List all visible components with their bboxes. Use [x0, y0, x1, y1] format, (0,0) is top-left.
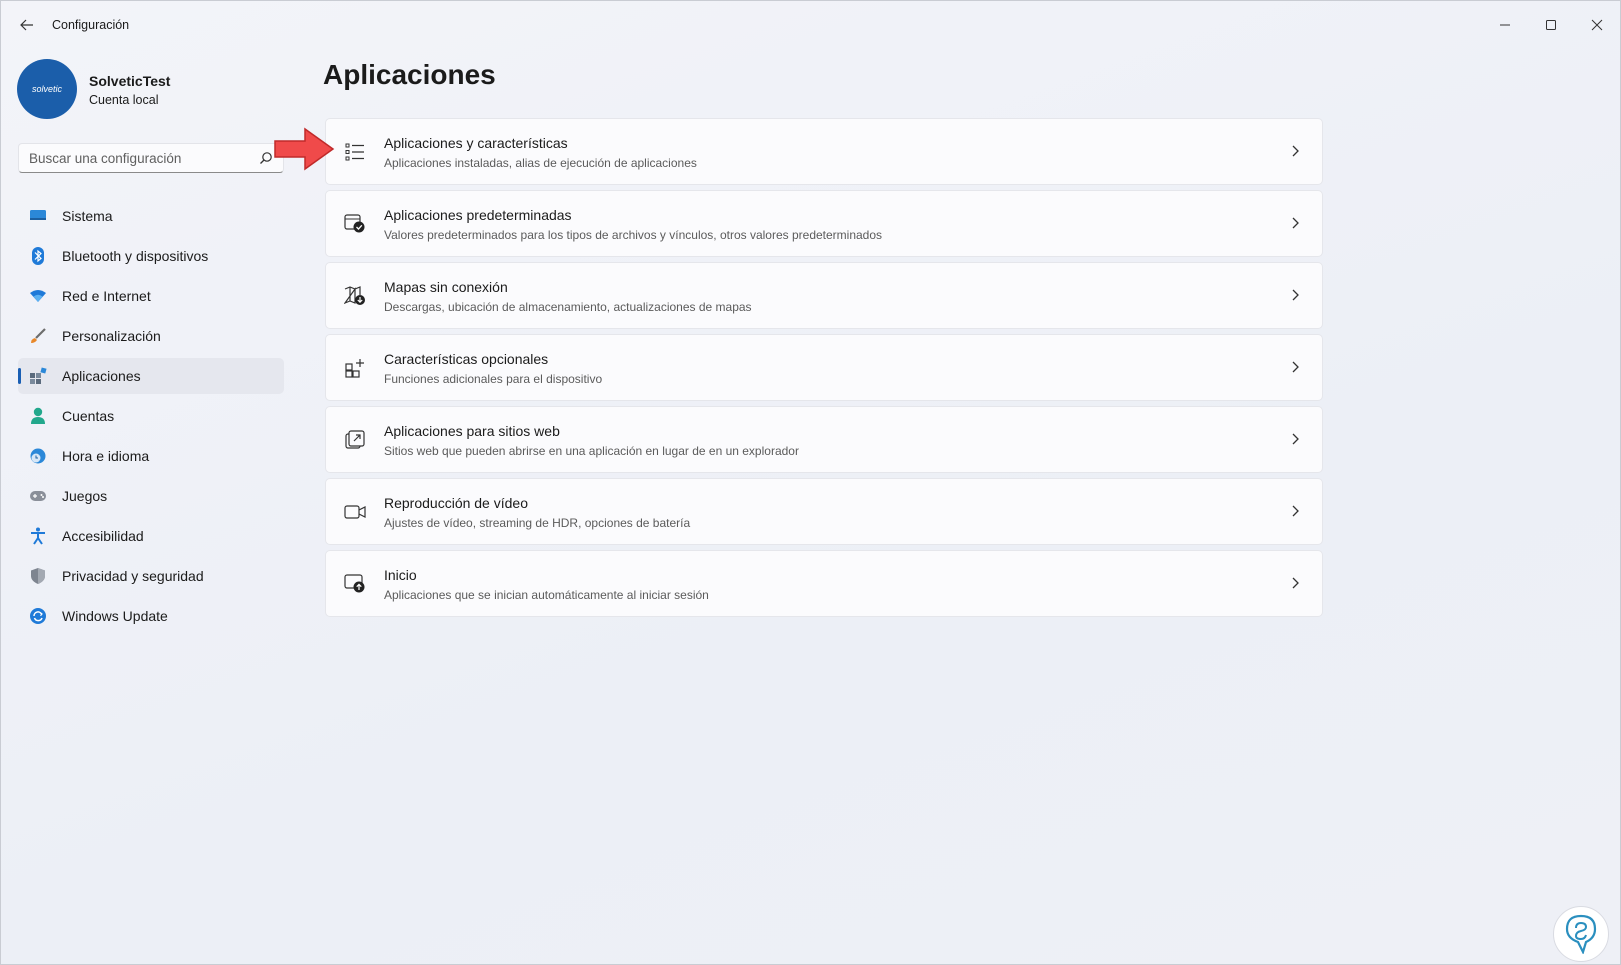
sidebar-item-hora[interactable]: Hora e idioma: [18, 438, 284, 474]
solvetic-watermark-icon: [1553, 906, 1609, 962]
card-aplicaciones-sitios-web[interactable]: Aplicaciones para sitios web Sitios web …: [325, 406, 1323, 473]
sidebar-item-cuentas[interactable]: Cuentas: [18, 398, 284, 434]
apps-icon: [29, 367, 47, 385]
card-title: Aplicaciones predeterminadas: [384, 207, 572, 223]
app-title: Configuración: [52, 18, 130, 32]
sidebar-item-juegos[interactable]: Juegos: [18, 478, 284, 514]
card-aplicaciones-caracteristicas[interactable]: Aplicaciones y características Aplicacio…: [325, 118, 1323, 185]
search-box: [18, 143, 284, 173]
wifi-icon: [29, 287, 47, 305]
add-grid-icon: [344, 357, 366, 379]
settings-card-list: Aplicaciones y características Aplicacio…: [325, 118, 1323, 622]
user-profile[interactable]: solvetic SolveticTest Cuenta local: [17, 59, 277, 121]
maximize-icon: [1546, 20, 1556, 30]
chevron-right-icon: [1288, 216, 1302, 230]
sidebar-item-windows-update[interactable]: Windows Update: [18, 598, 284, 634]
chevron-right-icon: [1288, 360, 1302, 374]
maximize-button[interactable]: [1528, 9, 1574, 41]
startup-icon: [344, 573, 366, 595]
monitor-icon: [29, 207, 47, 225]
sidebar-item-label: Juegos: [62, 488, 108, 504]
open-web-icon: [344, 429, 366, 451]
card-title: Aplicaciones y características: [384, 135, 568, 151]
card-reproduccion-video[interactable]: Reproducción de vídeo Ajustes de vídeo, …: [325, 478, 1323, 545]
chevron-right-icon: [1288, 504, 1302, 518]
sidebar-item-label: Privacidad y seguridad: [62, 568, 204, 584]
title-bar: Configuración: [1, 1, 1620, 49]
accessibility-icon: [29, 527, 47, 545]
card-aplicaciones-predeterminadas[interactable]: Aplicaciones predeterminadas Valores pre…: [325, 190, 1323, 257]
sidebar-item-sistema[interactable]: Sistema: [18, 198, 284, 234]
page-title: Aplicaciones: [323, 59, 496, 90]
card-subtitle: Aplicaciones instaladas, alias de ejecuc…: [384, 156, 697, 170]
sidebar-item-label: Sistema: [62, 208, 113, 224]
person-icon: [29, 407, 47, 425]
sidebar-item-label: Windows Update: [62, 608, 168, 624]
card-subtitle: Funciones adicionales para el dispositiv…: [384, 372, 603, 386]
card-subtitle: Ajustes de vídeo, streaming de HDR, opci…: [384, 516, 691, 530]
sidebar-item-aplicaciones[interactable]: Aplicaciones: [18, 358, 284, 394]
card-subtitle: Valores predeterminados para los tipos d…: [384, 228, 883, 242]
minimize-button[interactable]: [1482, 9, 1528, 41]
default-apps-icon: [344, 213, 366, 235]
back-arrow-icon: [20, 19, 33, 31]
minimize-icon: [1500, 24, 1510, 26]
close-button[interactable]: [1574, 9, 1620, 41]
paintbrush-icon: [29, 327, 47, 345]
card-subtitle: Descargas, ubicación de almacenamiento, …: [384, 300, 752, 314]
gamepad-icon: [29, 487, 47, 505]
shield-icon: [29, 567, 47, 585]
profile-name: SolveticTest: [89, 73, 171, 89]
annotation-arrow-icon: [274, 127, 335, 171]
chevron-right-icon: [1288, 144, 1302, 158]
chevron-right-icon: [1288, 432, 1302, 446]
sidebar-item-label: Cuentas: [62, 408, 115, 424]
sidebar-item-personalizacion[interactable]: Personalización: [18, 318, 284, 354]
card-title: Mapas sin conexión: [384, 279, 508, 295]
card-title: Aplicaciones para sitios web: [384, 423, 560, 439]
sidebar-item-label: Personalización: [62, 328, 161, 344]
sidebar-item-privacidad[interactable]: Privacidad y seguridad: [18, 558, 284, 594]
search-icon[interactable]: [259, 151, 273, 165]
sidebar-item-label: Aplicaciones: [62, 368, 141, 384]
sidebar-item-accesibilidad[interactable]: Accesibilidad: [18, 518, 284, 554]
avatar: solvetic: [17, 59, 77, 119]
sidebar-item-red[interactable]: Red e Internet: [18, 278, 284, 314]
profile-account-type: Cuenta local: [89, 93, 159, 107]
list-icon: [344, 141, 366, 163]
card-subtitle: Sitios web que pueden abrirse en una apl…: [384, 444, 799, 458]
card-title: Reproducción de vídeo: [384, 495, 528, 511]
sidebar-item-bluetooth[interactable]: Bluetooth y dispositivos: [18, 238, 284, 274]
video-camera-icon: [344, 501, 366, 523]
card-subtitle: Aplicaciones que se inician automáticame…: [384, 588, 709, 602]
update-icon: [29, 607, 47, 625]
card-caracteristicas-opcionales[interactable]: Características opcionales Funciones adi…: [325, 334, 1323, 401]
bluetooth-icon: [29, 247, 47, 265]
back-button[interactable]: [17, 15, 37, 35]
sidebar-nav: Sistema Bluetooth y dispositivos Red e I…: [18, 198, 284, 638]
sidebar-item-label: Hora e idioma: [62, 448, 150, 464]
avatar-logo-text: solvetic: [31, 84, 62, 94]
clock-globe-icon: [29, 447, 47, 465]
card-mapas-sin-conexion[interactable]: Mapas sin conexión Descargas, ubicación …: [325, 262, 1323, 329]
map-download-icon: [344, 285, 366, 307]
close-icon: [1591, 19, 1603, 31]
chevron-right-icon: [1288, 576, 1302, 590]
chevron-right-icon: [1288, 288, 1302, 302]
search-input[interactable]: [19, 144, 259, 172]
sidebar-item-label: Accesibilidad: [62, 528, 144, 544]
sidebar-item-label: Red e Internet: [62, 288, 151, 304]
card-title: Características opcionales: [384, 351, 549, 367]
settings-window: Configuración solvetic SolveticTest Cuen…: [0, 0, 1621, 965]
card-title: Inicio: [384, 567, 417, 583]
sidebar-item-label: Bluetooth y dispositivos: [62, 248, 209, 264]
card-inicio[interactable]: Inicio Aplicaciones que se inician autom…: [325, 550, 1323, 617]
